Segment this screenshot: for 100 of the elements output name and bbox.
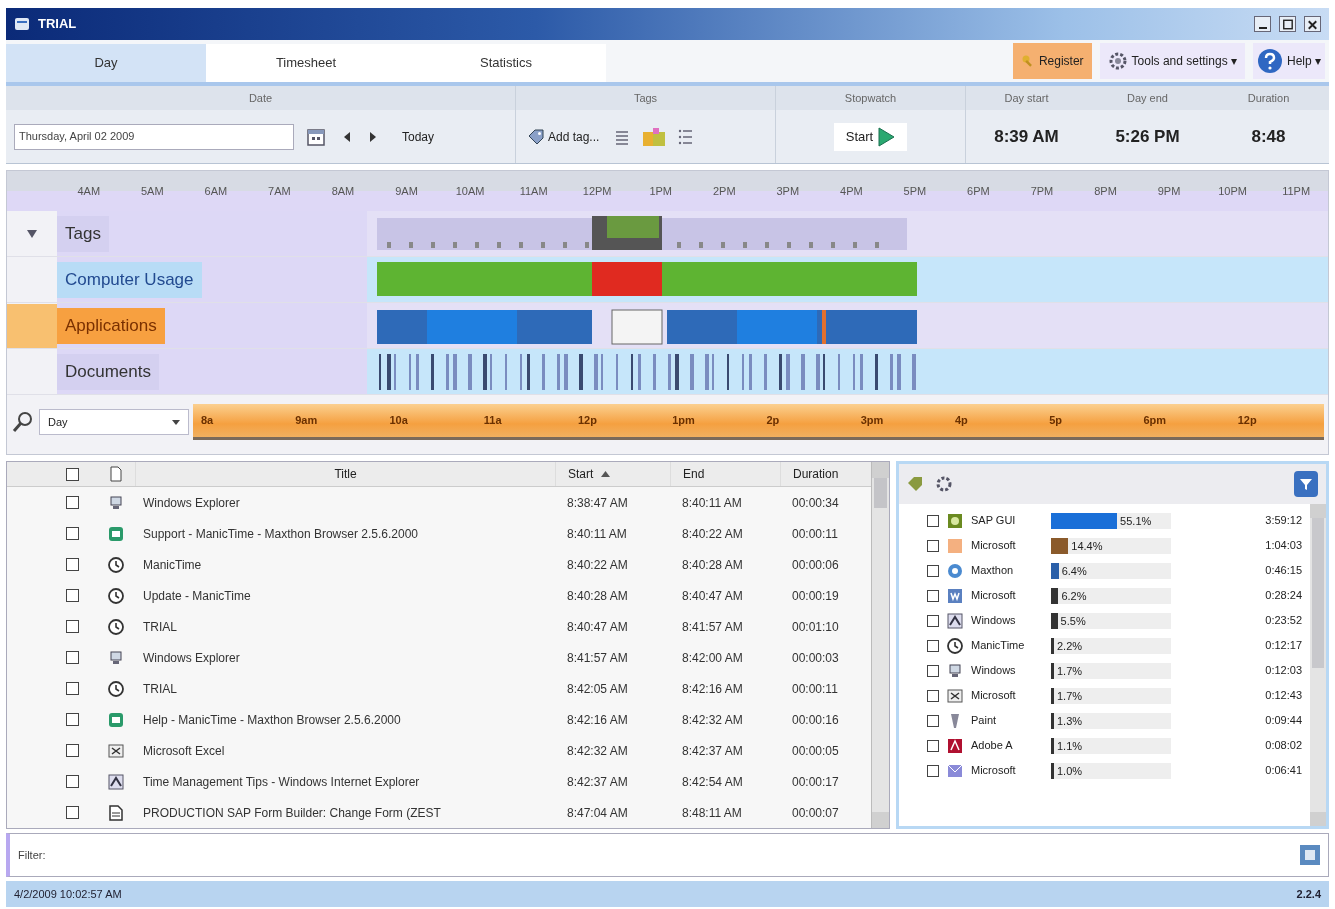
help-button[interactable]: Help ▾ <box>1253 43 1325 79</box>
checkbox[interactable] <box>65 558 79 571</box>
scale-label: 8a <box>200 413 215 429</box>
checkbox[interactable] <box>927 514 939 527</box>
group-label: Date <box>6 86 515 110</box>
end-cell-text: 8:40:47 AM <box>681 587 744 605</box>
start-button[interactable]: Start <box>833 122 908 151</box>
date-field[interactable]: Thursday, April 02 2009 <box>14 123 294 150</box>
zoom-dropdown[interactable]: Day <box>39 409 189 435</box>
duration-label: 0:28:24 <box>1264 588 1303 604</box>
today-button[interactable]: Today <box>390 123 447 150</box>
title-cell-text: Windows Explorer <box>142 494 241 512</box>
checkbox[interactable] <box>65 775 79 788</box>
checkbox[interactable] <box>65 713 79 726</box>
checkbox[interactable] <box>65 496 79 509</box>
percent-label: 1.3% <box>1057 713 1083 729</box>
checkbox[interactable] <box>65 620 79 633</box>
hour-label: 9PM <box>1156 183 1182 199</box>
spreadsheet-icon <box>947 687 963 704</box>
funnel-icon <box>1299 477 1313 491</box>
end-cell-text: 8:41:57 AM <box>681 618 744 636</box>
triangle-icon <box>26 228 38 239</box>
title-cell-text: Support - ManicTime - Maxthon Browser 2.5.6.2000 <box>142 525 419 543</box>
start-cell-text: 8:42:16 AM <box>566 711 629 729</box>
filter-field[interactable]: Filter: <box>6 833 1329 877</box>
end-cell-text: 8:42:32 AM <box>681 711 744 729</box>
row-label[interactable]: Applications <box>57 307 165 344</box>
gear-icon <box>1107 51 1128 71</box>
scrollbar[interactable] <box>871 462 889 828</box>
list-icon <box>614 128 631 145</box>
checkbox[interactable] <box>927 714 939 727</box>
checkbox[interactable] <box>927 614 939 627</box>
row-label[interactable]: Tags <box>57 215 109 252</box>
document-icon <box>108 804 124 821</box>
scale-label: 9am <box>294 413 319 429</box>
play-icon <box>877 126 896 147</box>
column-header[interactable]: End <box>670 462 780 486</box>
checkbox[interactable] <box>927 689 939 702</box>
minimize-button[interactable] <box>1254 16 1271 32</box>
title-cell-text: TRIAL <box>142 680 178 698</box>
checkbox[interactable] <box>65 744 79 757</box>
checkbox[interactable] <box>65 589 79 602</box>
clock-icon <box>108 587 124 604</box>
duration-label: 3:59:12 <box>1264 513 1303 529</box>
hour-label: 8AM <box>330 183 356 199</box>
column-header[interactable]: Title <box>135 462 555 486</box>
tools-button[interactable]: Tools and settings ▾ <box>1099 43 1245 79</box>
zoom-icon <box>11 410 35 434</box>
checkbox[interactable] <box>65 527 79 540</box>
percent-label: 2.2% <box>1057 638 1083 654</box>
checkbox[interactable] <box>65 467 79 481</box>
checkbox[interactable] <box>65 682 79 695</box>
checkbox[interactable] <box>65 806 79 819</box>
hour-label: 10AM <box>454 183 486 199</box>
row-label[interactable]: Documents <box>57 353 159 390</box>
checkbox[interactable] <box>927 589 939 602</box>
checkbox[interactable] <box>927 664 939 677</box>
row-label[interactable]: Computer Usage <box>57 261 202 298</box>
clear-filter-button[interactable] <box>1300 845 1320 865</box>
checkbox[interactable] <box>927 564 939 577</box>
percent-label: 6.2% <box>1061 588 1087 604</box>
percent-label: 5.5% <box>1060 613 1086 629</box>
hour-label: 4AM <box>76 183 102 199</box>
time-scale-bar[interactable]: 8a 9am 10a 11a 12p 1pm 2p 3pm 4p 5p 6pm 12p <box>193 404 1324 440</box>
app-name: ManicTime <box>971 638 1026 654</box>
duration-label: 0:12:17 <box>1264 638 1303 654</box>
checkbox[interactable] <box>927 639 939 652</box>
start-cell-text: 8:40:28 AM <box>566 587 629 605</box>
checkbox[interactable] <box>927 739 939 752</box>
bullet-list-icon <box>678 128 695 145</box>
hour-label: 1PM <box>648 183 673 199</box>
duration-cell-text: 00:01:10 <box>791 618 840 636</box>
percent-label: 6.4% <box>1061 563 1087 579</box>
start-cell-text: 8:41:57 AM <box>566 649 629 667</box>
tab[interactable]: Timesheet <box>206 44 406 82</box>
hour-label: 12PM <box>581 183 613 199</box>
app-name: Paint <box>971 713 998 729</box>
add-tag-button[interactable]: Add tag... <box>524 123 604 150</box>
filter-button[interactable] <box>1294 471 1318 497</box>
register-button[interactable]: Register <box>1012 43 1092 79</box>
stat-label: Day start <box>966 86 1087 110</box>
group-label: Stopwatch <box>776 86 965 110</box>
start-cell-text: 8:42:05 AM <box>566 680 629 698</box>
tab[interactable]: Statistics <box>406 44 606 82</box>
checkbox[interactable] <box>65 651 79 664</box>
hour-label: 8PM <box>1093 183 1118 199</box>
tag-icon <box>528 128 544 145</box>
checkbox[interactable] <box>927 764 939 777</box>
tab[interactable]: Day <box>6 44 206 82</box>
checkbox[interactable] <box>927 539 939 552</box>
maximize-button[interactable] <box>1279 16 1296 32</box>
column-header[interactable]: Start <box>555 462 670 486</box>
app-name: Maxthon <box>971 563 1015 579</box>
computer-icon <box>108 494 124 511</box>
help-icon <box>1257 48 1283 74</box>
close-button[interactable] <box>1304 16 1321 32</box>
start-cell-text: 8:40:11 AM <box>566 525 628 543</box>
mail-icon <box>947 762 963 779</box>
app-icon <box>947 737 963 754</box>
scrollbar[interactable] <box>1310 504 1326 826</box>
